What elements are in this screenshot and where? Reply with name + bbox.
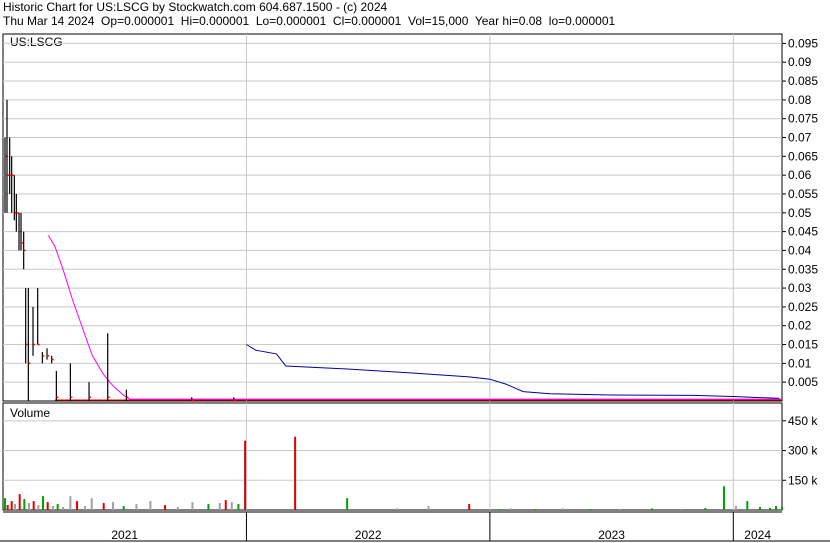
volume-bar (69, 496, 72, 510)
volume-bar (28, 503, 31, 510)
volume-bar (84, 506, 87, 510)
price-tick-label: 0.07 (788, 131, 812, 145)
volume-bar (90, 498, 93, 510)
volume-bar (618, 508, 621, 510)
volume-tick-label: 450 k (788, 414, 818, 428)
volume-bar (680, 509, 683, 510)
year-label: 2022 (355, 528, 382, 542)
volume-bar (46, 502, 49, 510)
price-tick-label: 0.02 (788, 319, 812, 333)
volume-bar (650, 508, 653, 510)
volume-bar (76, 501, 79, 510)
price-tick-label: 0.085 (788, 74, 818, 88)
volume-bar (4, 498, 7, 510)
volume-bar (218, 503, 221, 510)
volume-bar (734, 506, 737, 510)
price-tick-label: 0.025 (788, 300, 818, 314)
volume-bar (781, 507, 783, 510)
volume-bar (42, 496, 45, 510)
volume-bar (112, 502, 115, 510)
volume-bar (207, 504, 210, 510)
short-moving-average-line (47, 235, 782, 400)
volume-bar (149, 501, 152, 510)
volume-bar (427, 506, 430, 510)
volume-bar (6, 505, 9, 510)
volume-bar (746, 501, 749, 510)
volume-bar (23, 499, 26, 510)
volume-bar (294, 436, 297, 510)
volume-bar (176, 507, 179, 510)
volume-bar (758, 507, 761, 510)
volume-bar (498, 509, 501, 510)
volume-bar (18, 494, 21, 510)
price-tick-label: 0.035 (788, 262, 818, 276)
price-tick-label: 0.05 (788, 206, 812, 220)
volume-bar (346, 498, 349, 510)
price-tick-label: 0.075 (788, 112, 818, 126)
price-tick-label: 0.09 (788, 55, 812, 69)
volume-tick-label: 300 k (788, 444, 818, 458)
volume-bar (396, 508, 399, 510)
price-tick-label: 0.04 (788, 243, 812, 257)
volume-bar (774, 506, 777, 510)
year-label: 2021 (111, 528, 138, 542)
price-tick-label: 0.005 (788, 375, 818, 389)
price-tick-label: 0.08 (788, 93, 812, 107)
volume-bar (10, 501, 13, 510)
volume-bar (468, 504, 471, 510)
volume-bar (768, 508, 771, 510)
volume-bar (244, 440, 247, 510)
volume-bar (32, 501, 35, 510)
volume-bar (164, 505, 167, 510)
price-tick-label: 0.03 (788, 281, 812, 295)
volume-bar (589, 509, 592, 510)
year-label: 2023 (598, 528, 625, 542)
volume-bar (135, 504, 138, 510)
volume-panel-frame (2, 402, 783, 511)
volume-bar (704, 508, 707, 510)
price-tick-label: 0.01 (788, 356, 812, 370)
volume-bar (722, 486, 725, 510)
volume-bar (237, 504, 240, 510)
price-tick-label: 0.065 (788, 149, 818, 163)
volume-bar (191, 502, 194, 510)
volume-bar (62, 507, 65, 510)
volume-bar (102, 503, 105, 510)
volume-bar (509, 508, 512, 510)
volume-bar (14, 504, 17, 510)
volume-bar (52, 506, 55, 510)
volume-bar (561, 508, 564, 510)
year-label: 2024 (744, 528, 771, 542)
volume-bar (122, 506, 125, 510)
stock-chart: 0.005 0.01 0.015 0.02 0.025 0.03 0.035 0.04 0.04… (0, 33, 830, 542)
volume-tick-label: 150 k (788, 473, 818, 487)
volume-bar (224, 500, 227, 510)
long-moving-average-line (246, 344, 780, 399)
price-tick-label: 0.055 (788, 187, 818, 201)
price-tick-label: 0.095 (788, 36, 818, 50)
volume-bar (37, 505, 40, 510)
price-tick-label: 0.06 (788, 168, 812, 182)
price-tick-label: 0.045 (788, 225, 818, 239)
price-tick-label: 0.015 (788, 338, 818, 352)
volume-bar (534, 509, 537, 510)
volume-bar (230, 502, 233, 510)
volume-bar (56, 504, 59, 510)
price-panel-frame (2, 33, 783, 402)
